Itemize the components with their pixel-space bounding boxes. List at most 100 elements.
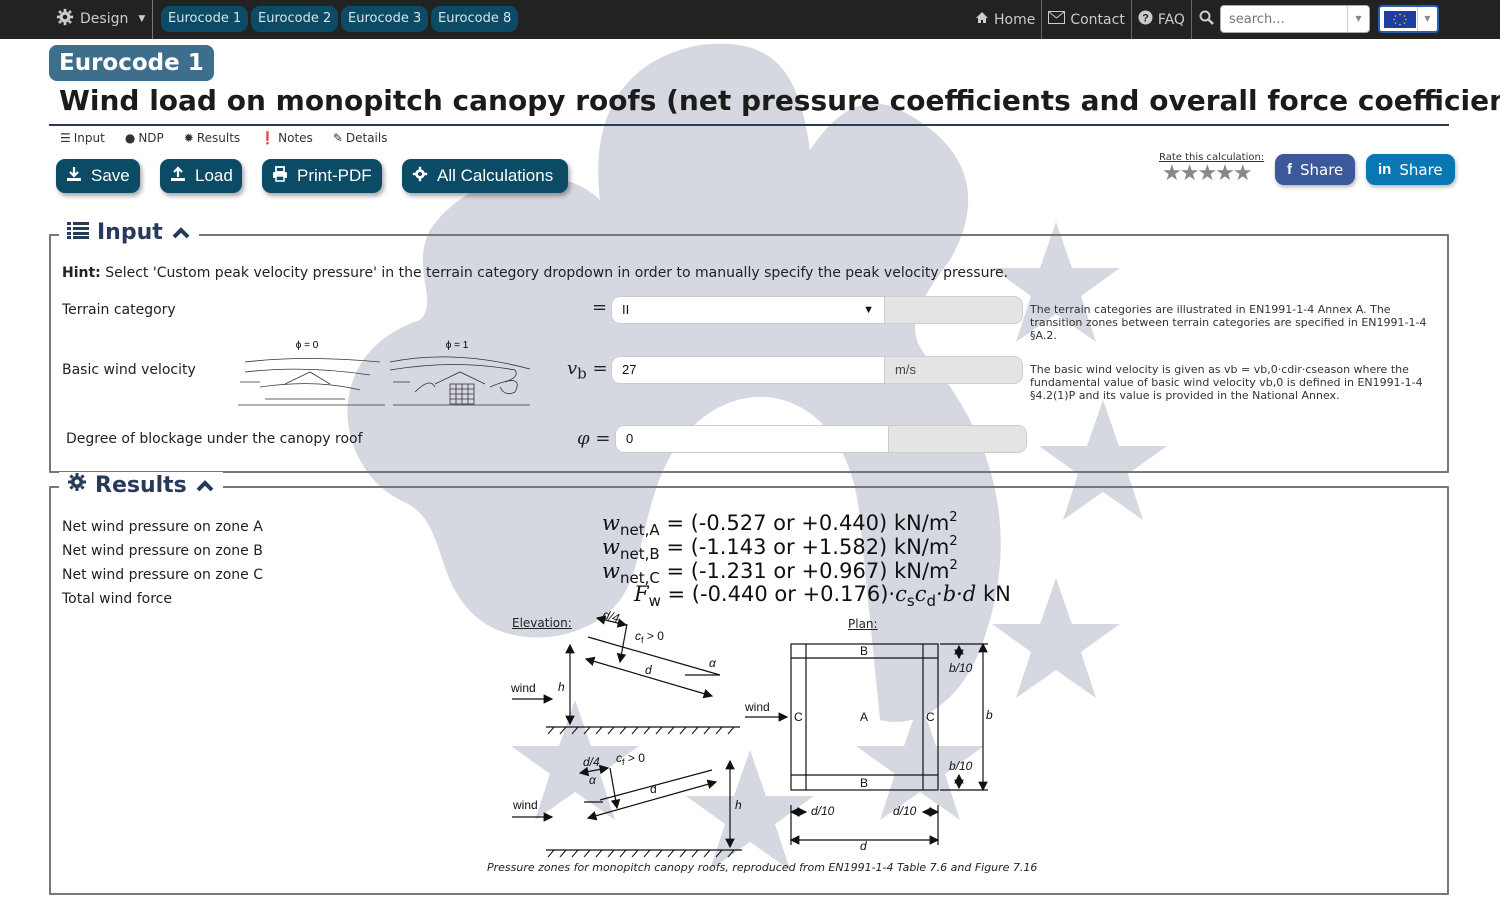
facebook-share-button[interactable]: f Share <box>1275 154 1356 185</box>
b-label: b <box>986 708 993 722</box>
wind-label: wind <box>512 798 538 812</box>
cf-label: cf > 0 <box>616 751 645 767</box>
subnav-ndp[interactable]: ● NDP <box>125 131 164 145</box>
hint-text: Hint: Select 'Custom peak velocity press… <box>62 265 1008 281</box>
gear-icon: ✹ <box>183 131 194 145</box>
formula-sup: 2 <box>949 510 958 525</box>
wind-velocity-label: Basic wind velocity <box>62 362 196 378</box>
wind-velocity-symbol: vb = <box>567 358 608 383</box>
d-label: d <box>645 663 652 677</box>
d10-left: d/10 <box>811 804 835 818</box>
gear-icon <box>67 472 87 498</box>
eu-flag-icon <box>1384 11 1416 28</box>
formula-sup: 2 <box>949 558 958 573</box>
nav-contact[interactable]: Contact <box>1042 0 1132 39</box>
phi0-label: ϕ = 0 <box>296 340 319 351</box>
subnav-results-label: Results <box>196 131 241 145</box>
formula-sup: 2 <box>949 534 958 549</box>
nav-contact-label: Contact <box>1070 11 1125 28</box>
input-section-title: Input <box>97 220 163 245</box>
wind-velocity-input[interactable]: 27 m/s <box>611 356 1023 384</box>
nav-home-label: Home <box>994 11 1036 28</box>
list-icon <box>67 220 89 245</box>
download-icon <box>66 166 82 187</box>
phi1-label: ϕ = 1 <box>446 340 469 351</box>
subnav-input[interactable]: ☰ Input <box>60 131 105 145</box>
blockage-value[interactable]: 0 <box>616 426 888 452</box>
home-icon <box>975 11 989 28</box>
save-label: Save <box>91 166 130 185</box>
subnav-details[interactable]: ✎ Details <box>333 131 388 145</box>
terrain-unit <box>884 297 1022 323</box>
rating-stars[interactable]: ★★★★★ <box>1162 161 1253 186</box>
pressure-zone-figure: wind h d d/4 cf > 0 α wind h d d/4 cf > … <box>510 607 993 858</box>
nav-home[interactable]: Home <box>969 0 1043 39</box>
search-input[interactable] <box>1221 6 1346 32</box>
formula-value: = (-0.527 or +0.440) kN/m <box>659 511 950 535</box>
hint-label: Hint: <box>62 265 101 281</box>
linkedin-share-label: Share <box>1399 160 1443 179</box>
zone-a: A <box>860 710 868 724</box>
load-button[interactable]: Load <box>160 159 242 193</box>
vb-sub: b <box>577 364 587 383</box>
formula-symbol: w <box>602 511 620 535</box>
linkedin-icon: in <box>1378 161 1392 178</box>
language-selector[interactable]: ▼ <box>1378 5 1439 33</box>
gear-icon <box>412 166 428 187</box>
b10-top: b/10 <box>949 661 973 675</box>
subnav-ndp-label: NDP <box>138 131 164 145</box>
edit-icon: ✎ <box>332 131 343 145</box>
eurocode-badge[interactable]: Eurocode 1 <box>49 45 214 81</box>
section-nav: ☰ Input ● NDP ✹ Results ❗ Notes ✎ Details <box>60 131 387 145</box>
page-title: Wind load on monopitch canopy roofs (net… <box>59 84 1500 117</box>
input-section-header[interactable]: Input <box>59 220 199 245</box>
zone-c-right: C <box>926 710 935 724</box>
upload-icon <box>170 165 186 187</box>
phi-symbol: φ <box>577 428 590 449</box>
gear-icon <box>56 8 74 30</box>
zone-c-left: C <box>794 710 803 724</box>
nav-eurocode-3[interactable]: Eurocode 3 <box>341 6 429 32</box>
search-field[interactable]: ▼ <box>1220 5 1370 33</box>
dropdown-arrow-icon: ▼ <box>863 304 874 316</box>
question-icon: ? <box>1138 10 1153 29</box>
result-label-total-force: Total wind force <box>62 591 172 607</box>
d4-label: d/4 <box>583 755 600 769</box>
print-pdf-button[interactable]: Print-PDF <box>262 159 382 193</box>
all-calculations-button[interactable]: All Calculations <box>402 159 568 193</box>
zone-b-top: B <box>860 644 868 658</box>
chevron-up-icon <box>195 473 215 498</box>
globe-icon: ● <box>124 131 136 145</box>
vb-base: v <box>567 358 578 379</box>
wind-label: wind <box>510 681 536 695</box>
svg-text:?: ? <box>1142 13 1149 25</box>
subnav-notes[interactable]: ❗ Notes <box>260 131 313 145</box>
terrain-category-select[interactable]: II ▼ <box>611 296 1023 324</box>
design-label: Design <box>80 11 129 27</box>
hint-body: Select 'Custom peak velocity pressure' i… <box>105 265 1009 281</box>
wind-velocity-note: The basic wind velocity is given as vb =… <box>1030 363 1423 402</box>
nav-eurocode-8[interactable]: Eurocode 8 <box>431 6 519 32</box>
subnav-results[interactable]: ✹ Results <box>184 131 240 145</box>
design-menu[interactable]: Design ▼ <box>56 8 145 30</box>
caret-down-icon: ▼ <box>1417 7 1437 31</box>
save-button[interactable]: Save <box>56 159 140 193</box>
blockage-input[interactable]: 0 <box>615 425 1027 453</box>
b10-bottom: b/10 <box>949 759 973 773</box>
wind-velocity-value[interactable]: 27 <box>612 357 884 383</box>
zone-b-bottom: B <box>860 776 868 790</box>
caret-down-icon[interactable]: ▼ <box>1347 6 1369 32</box>
exclamation-icon: ❗ <box>260 131 276 145</box>
nav-eurocode-1[interactable]: Eurocode 1 <box>161 6 249 32</box>
results-section-header[interactable]: Results <box>59 472 223 498</box>
linkedin-share-button[interactable]: in Share <box>1366 154 1455 185</box>
nav-eurocode-2[interactable]: Eurocode 2 <box>251 6 339 32</box>
nav-faq[interactable]: ? FAQ <box>1132 0 1192 39</box>
result-label-zone-c: Net wind pressure on zone C <box>62 567 264 583</box>
chevron-up-icon <box>171 220 191 245</box>
wind-velocity-unit: m/s <box>884 357 1022 383</box>
d-label: d <box>650 782 657 796</box>
facebook-icon: f <box>1287 161 1292 178</box>
search-icon[interactable] <box>1192 10 1221 29</box>
phi-eq: = <box>595 428 611 449</box>
